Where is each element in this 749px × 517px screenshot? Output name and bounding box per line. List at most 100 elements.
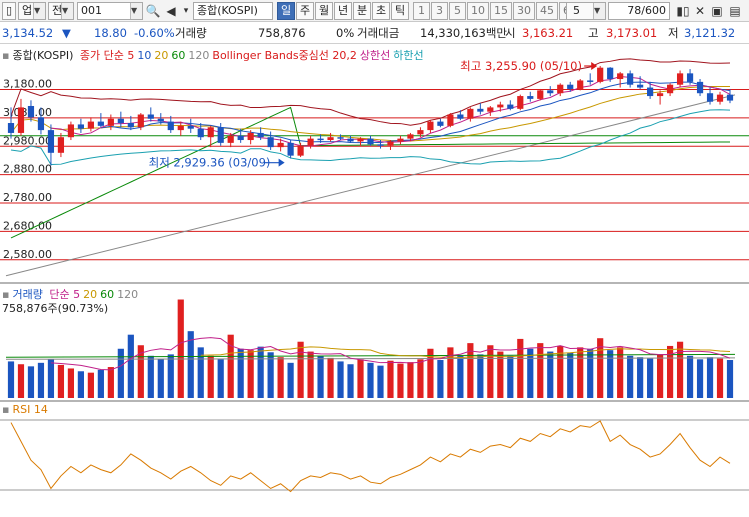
rsi-legend: ▪ RSI 14 bbox=[2, 403, 51, 416]
volume-current: 758,876주(90.73%) bbox=[2, 302, 109, 315]
volume-bar bbox=[187, 331, 194, 398]
candle-body bbox=[716, 94, 724, 102]
quote-row: 3,134.52 ▼ 18.80 -0.60% 거래량 758,876 0% 거… bbox=[0, 22, 749, 44]
window-toggle-button[interactable]: ▯ bbox=[2, 2, 16, 20]
price-legend-item[interactable]: 상한선 bbox=[360, 49, 390, 62]
volume-bar bbox=[337, 361, 344, 398]
volume-value: 758,876 bbox=[258, 26, 306, 40]
chevron-down-icon[interactable]: ▾ bbox=[178, 2, 194, 20]
price-change-pct: -0.60% bbox=[134, 26, 175, 40]
candle-body bbox=[277, 142, 284, 148]
candle-body bbox=[177, 125, 184, 131]
candle-body bbox=[457, 114, 464, 119]
candle-body bbox=[557, 84, 564, 94]
price-chart[interactable]: 3,180.003,080.002,980.002,880.002,780.00… bbox=[0, 44, 749, 282]
candle-body bbox=[657, 93, 664, 97]
code-input[interactable]: 001 ▼ bbox=[77, 2, 143, 20]
ma120-line bbox=[5, 94, 736, 277]
volume-bar bbox=[487, 345, 494, 398]
speaker-icon[interactable]: ◀ bbox=[163, 2, 179, 20]
volume-label: 거래량 bbox=[175, 26, 207, 40]
interval-value: 5 bbox=[573, 4, 580, 17]
candle-body bbox=[197, 128, 204, 138]
tab-minute-2[interactable]: 5 bbox=[449, 2, 466, 20]
chevron-down-icon: ▼ bbox=[33, 3, 45, 19]
candle-body bbox=[706, 93, 714, 102]
volume-bar bbox=[167, 354, 174, 398]
tab-period-5[interactable]: 초 bbox=[372, 2, 390, 20]
volume-legend-item[interactable]: 120 bbox=[117, 288, 138, 301]
index-name-field: 종합(KOSPI) bbox=[193, 2, 273, 20]
high-value: 3,173.01 bbox=[606, 26, 658, 40]
volume-bar bbox=[147, 355, 154, 398]
candle-body bbox=[207, 127, 214, 138]
candle-body bbox=[437, 121, 444, 126]
candle-body bbox=[497, 104, 504, 108]
volume-bar bbox=[696, 359, 704, 398]
candle-body bbox=[686, 73, 694, 82]
tab-minute-6[interactable]: 45 bbox=[536, 2, 558, 20]
tab-period-0[interactable]: 일 bbox=[277, 2, 295, 20]
tab-period-2[interactable]: 월 bbox=[315, 2, 333, 20]
market-select[interactable]: 업 ▼ bbox=[18, 2, 46, 20]
legend-marker-icon: ▪ bbox=[2, 403, 10, 416]
price-legend-item[interactable]: 60 bbox=[171, 49, 185, 62]
price-legend-item[interactable]: Bollinger Bands중심선 20,2 bbox=[212, 49, 357, 62]
candle-body bbox=[97, 121, 104, 126]
chevron-down-icon: ▼ bbox=[593, 3, 605, 19]
tab-minute-1[interactable]: 3 bbox=[431, 2, 448, 20]
tab-minute-5[interactable]: 30 bbox=[513, 2, 535, 20]
rsi-chart[interactable] bbox=[0, 402, 749, 517]
tab-minute-4[interactable]: 15 bbox=[490, 2, 512, 20]
tab-period-3[interactable]: 년 bbox=[334, 2, 352, 20]
price-legend-item[interactable]: 120 bbox=[188, 49, 209, 62]
tab-minute-0[interactable]: 1 bbox=[413, 2, 430, 20]
crosshair-icon[interactable]: ✕ bbox=[692, 2, 708, 20]
volume-bar bbox=[537, 343, 544, 398]
volume-bar bbox=[177, 299, 184, 398]
low-value: 3,121.32 bbox=[684, 26, 736, 40]
volume-bar bbox=[477, 354, 484, 398]
volume-bar bbox=[607, 350, 614, 398]
volume-ma60-line bbox=[5, 353, 736, 358]
price-legend-item[interactable]: 종가 단순 5 bbox=[80, 49, 134, 62]
print-icon[interactable]: ▤ bbox=[727, 2, 743, 20]
volume-bar bbox=[327, 357, 334, 398]
volume-bar bbox=[67, 368, 75, 398]
volume-bar bbox=[627, 355, 634, 398]
candle-body bbox=[547, 90, 554, 94]
candle-body bbox=[517, 96, 524, 109]
search-icon[interactable]: 🔍 bbox=[145, 2, 161, 20]
candle-body bbox=[137, 114, 144, 128]
volume-bar bbox=[257, 346, 264, 398]
price-legend-item[interactable]: 10 bbox=[137, 49, 151, 62]
open-label: 시 bbox=[505, 26, 516, 40]
volume-bar bbox=[107, 367, 114, 398]
candle-body bbox=[337, 137, 344, 139]
interval-select[interactable]: 5 ▼ bbox=[566, 2, 606, 20]
candle-body bbox=[377, 144, 384, 146]
volume-bar bbox=[47, 359, 55, 398]
candle-body bbox=[397, 138, 404, 142]
current-price: 3,134.52 bbox=[2, 26, 54, 40]
prefix-select[interactable]: 전 ▼ bbox=[48, 2, 74, 20]
price-axis-label: 2,780.00 bbox=[3, 191, 52, 204]
trade-value-label: 거래대금 bbox=[357, 26, 400, 40]
volume-bar bbox=[726, 360, 734, 398]
tab-period-6[interactable]: 틱 bbox=[391, 2, 409, 20]
candle-body bbox=[477, 108, 484, 112]
candle-body bbox=[247, 132, 254, 141]
candle-body bbox=[617, 73, 624, 80]
price-legend-item[interactable]: 하한선 bbox=[393, 49, 423, 62]
volume-bar bbox=[507, 355, 514, 398]
price-legend-item[interactable]: 20 bbox=[154, 49, 168, 62]
save-icon[interactable]: ▣ bbox=[709, 2, 725, 20]
tab-period-4[interactable]: 분 bbox=[353, 2, 371, 20]
tab-minute-3[interactable]: 10 bbox=[467, 2, 489, 20]
volume-bar bbox=[527, 348, 534, 398]
candle-type-icon[interactable]: ▮▯ bbox=[675, 2, 691, 20]
candle-body bbox=[287, 142, 294, 156]
volume-bar bbox=[57, 364, 65, 398]
tab-period-1[interactable]: 주 bbox=[296, 2, 314, 20]
legend-marker-icon: ▪ bbox=[2, 49, 10, 62]
